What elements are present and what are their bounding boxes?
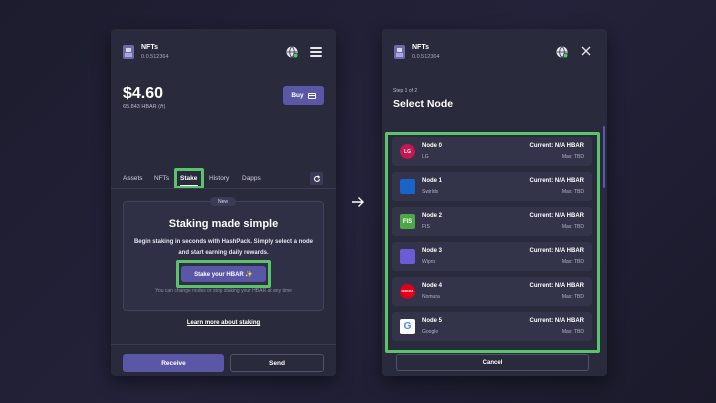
learn-more-link[interactable]: Learn more about staking bbox=[111, 320, 336, 326]
arrow-right-icon bbox=[352, 197, 364, 207]
scrollbar[interactable] bbox=[603, 126, 605, 188]
menu-icon[interactable] bbox=[310, 47, 322, 57]
balance-usd: $4.60 bbox=[123, 85, 164, 102]
step-indicator: Step 1 of 2 bbox=[393, 88, 418, 94]
tabs-divider bbox=[111, 188, 336, 189]
tab-nfts[interactable]: NFTs bbox=[154, 175, 169, 182]
account-id: 0.0.512364 bbox=[412, 54, 440, 60]
staking-title: Staking made simple bbox=[168, 218, 279, 230]
send-button[interactable]: Send bbox=[230, 354, 324, 372]
buy-label: Buy bbox=[291, 92, 304, 99]
globe-icon[interactable] bbox=[556, 46, 568, 58]
new-badge: New bbox=[210, 197, 236, 206]
card-icon bbox=[307, 92, 316, 99]
tab-history[interactable]: History bbox=[209, 175, 229, 182]
tab-dapps[interactable]: Dapps bbox=[242, 175, 261, 182]
account-icon bbox=[394, 45, 405, 59]
stake-tab-highlight bbox=[174, 168, 204, 189]
account-name: NFTs bbox=[141, 44, 158, 51]
wallet-panel: NFTs 0.0.512364 $4.60 65.843 HBAR (ℏ) Bu… bbox=[111, 29, 336, 376]
globe-icon[interactable] bbox=[286, 46, 298, 58]
header: NFTs 0.0.512364 bbox=[382, 29, 607, 69]
bottom-divider bbox=[111, 344, 336, 345]
account-icon bbox=[123, 45, 134, 59]
staking-footnote: You can change nodes or stop staking you… bbox=[155, 288, 292, 294]
refresh-icon[interactable] bbox=[310, 172, 323, 185]
balance-hbar: 65.843 HBAR (ℏ) bbox=[123, 104, 166, 110]
header: NFTs 0.0.512364 bbox=[111, 29, 336, 69]
select-node-panel: NFTs 0.0.512364 Step 1 of 2 Select Node … bbox=[382, 29, 607, 376]
cancel-button[interactable]: Cancel bbox=[396, 354, 589, 371]
node-list-highlight bbox=[385, 132, 600, 353]
close-icon[interactable] bbox=[581, 46, 591, 56]
stake-button-highlight bbox=[176, 260, 271, 288]
staking-description: Begin staking in seconds with HashPack. … bbox=[133, 239, 314, 256]
account-name: NFTs bbox=[412, 44, 429, 51]
receive-button[interactable]: Receive bbox=[123, 354, 224, 372]
account-id: 0.0.512364 bbox=[141, 54, 169, 60]
page-title: Select Node bbox=[393, 98, 454, 110]
buy-button[interactable]: Buy bbox=[283, 86, 324, 105]
tab-assets[interactable]: Assets bbox=[123, 175, 143, 182]
